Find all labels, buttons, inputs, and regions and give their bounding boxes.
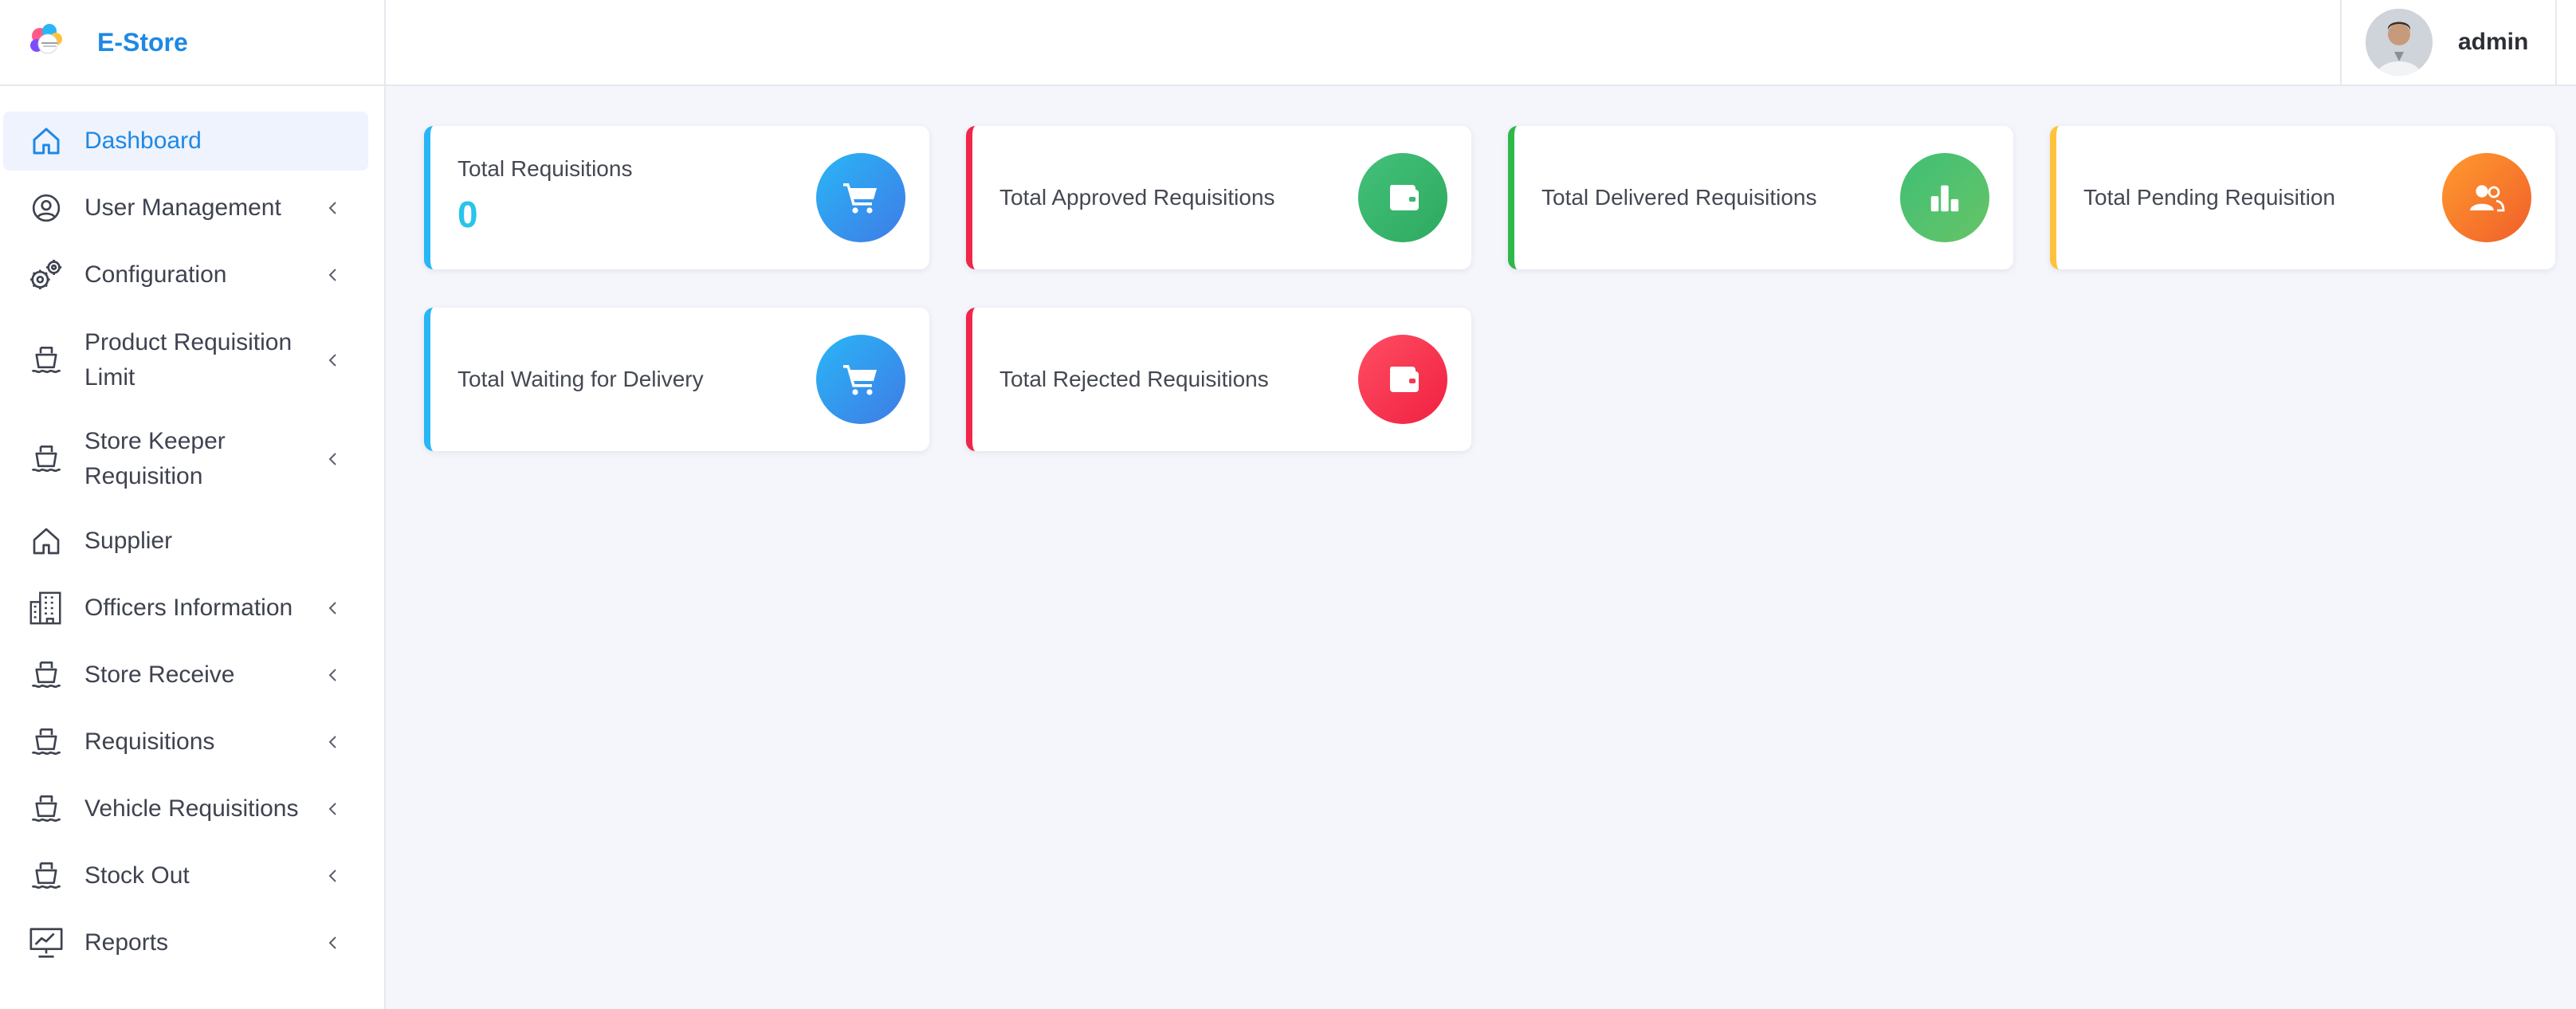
card-title: Total Delivered Requisitions [1541,185,1817,210]
ship-icon [26,788,67,830]
chevron-left-icon [324,599,343,618]
sidebar-item-reports[interactable]: Reports [3,913,368,972]
card-total-waiting-for-delivery[interactable]: Total Waiting for Delivery [424,308,929,451]
sidebar-item-label: Vehicle Requisitions [84,795,299,822]
chevron-left-icon [324,732,343,752]
sidebar-item-label: Stock Out [84,862,190,889]
sidebar-item-label: Store Receive [84,662,235,688]
sidebar-item-label: Officers Information [84,595,293,621]
sidebar: E-Store Dashboard User Management Config… [0,0,386,1009]
card-total-pending-requisition[interactable]: Total Pending Requisition [2050,126,2555,269]
sidebar-item-label: Requisitions [84,728,215,755]
chevron-left-icon [324,265,343,285]
ship-icon [26,721,67,763]
wallet-icon [1358,335,1447,424]
gears-icon [26,254,67,296]
sidebar-item-store-receive[interactable]: Store Receive [3,646,368,705]
ship-icon [26,340,67,381]
sidebar-item-stock-out[interactable]: Stock Out [3,846,368,905]
card-title: Total Rejected Requisitions [999,367,1269,391]
home-icon [26,120,67,162]
sidebar-item-vehicle-requisitions[interactable]: Vehicle Requisitions [3,779,368,838]
sidebar-item-officers-information[interactable]: Officers Information [3,579,368,638]
monitor-chart-icon [26,922,67,964]
user-circle-icon [26,187,67,229]
chevron-left-icon [324,866,343,885]
card-title: Total Pending Requisition [2083,185,2335,210]
users-icon [2442,153,2531,242]
cart-icon [816,335,905,424]
card-total-rejected-requisitions[interactable]: Total Rejected Requisitions [966,308,1471,451]
card-title: Total Waiting for Delivery [457,367,704,391]
sidebar-menu: Dashboard User Management Configuration … [0,86,384,972]
chevron-left-icon [324,665,343,685]
brand-name[interactable]: E-Store [97,28,188,57]
sidebar-item-label: Dashboard [84,128,202,154]
sidebar-item-configuration[interactable]: Configuration [3,245,368,304]
avatar[interactable] [2366,9,2433,76]
sidebar-item-label: User Management [84,194,281,221]
card-total-approved-requisitions[interactable]: Total Approved Requisitions [966,126,1471,269]
brand[interactable]: E-Store [0,0,384,86]
ship-icon [26,855,67,897]
home-icon [26,520,67,562]
building-icon [26,587,67,629]
card-title: Total Requisitions [457,156,633,181]
card-total-requisitions[interactable]: Total Requisitions 0 [424,126,929,269]
sidebar-item-label: Reports [84,929,169,956]
chevron-left-icon [324,933,343,952]
chevron-left-icon [324,198,343,218]
user-menu[interactable]: admin [2340,0,2557,84]
sidebar-item-supplier[interactable]: Supplier [3,512,368,571]
card-total-delivered-requisitions[interactable]: Total Delivered Requisitions [1508,126,2013,269]
chevron-left-icon [324,799,343,819]
sidebar-item-store-keeper-requisition[interactable]: Store Keeper Requisition [3,410,368,508]
sidebar-item-label: Supplier [84,528,173,554]
chevron-left-icon [324,450,343,469]
cart-icon [816,153,905,242]
sidebar-item-requisitions[interactable]: Requisitions [3,713,368,771]
sidebar-item-label: Product Requisition Limit [84,329,293,391]
sidebar-item-label: Configuration [84,261,227,288]
card-title: Total Approved Requisitions [999,185,1275,210]
ship-icon [26,654,67,696]
topbar: admin [386,0,2576,86]
username[interactable]: admin [2458,29,2528,56]
sidebar-item-product-requisition-limit[interactable]: Product Requisition Limit [3,311,368,410]
wallet-icon [1358,153,1447,242]
sidebar-item-label: Store Keeper Requisition [84,428,226,489]
chevron-left-icon [324,351,343,370]
sidebar-item-dashboard[interactable]: Dashboard [3,112,368,171]
ship-icon [26,438,67,480]
card-value: 0 [457,194,478,235]
bar-chart-icon [1900,153,1989,242]
sidebar-item-user-management[interactable]: User Management [3,179,368,238]
brand-logo-icon [24,18,72,66]
